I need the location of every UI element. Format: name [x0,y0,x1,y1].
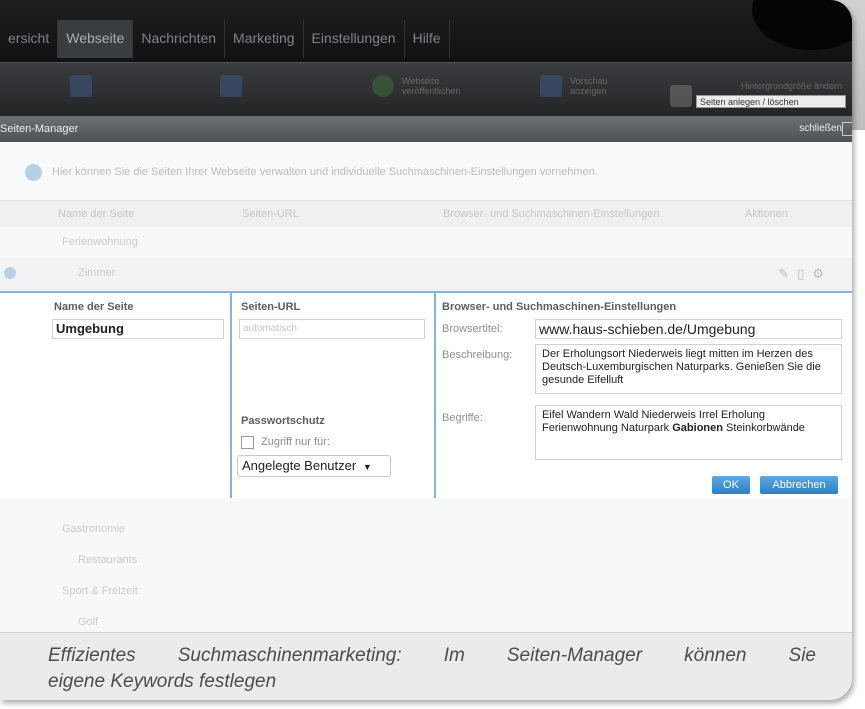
description-label: Beschreibung: [442,349,513,361]
seo-header: Browser- und Suchmaschinen-Einstellungen [442,301,677,313]
keywords-text-tail: Steinkorbwände [722,422,805,434]
seiten-manager-title: Seiten-Manager [0,123,79,135]
nav-tabs: ersicht Webseite Nachrichten Marketing E… [0,20,450,58]
figure-caption: Effizientes Suchmaschinenmarketing: Im S… [0,632,852,700]
globe-icon [25,164,42,181]
table-row[interactable]: Restaurants [0,545,852,577]
table-row [0,498,852,515]
page-icon [220,75,242,97]
browser-title-input[interactable]: www.haus-schieben.de/Umgebung [535,319,842,339]
row-label: Sport & Freizeit [62,585,138,597]
select-label: Hintergrundgröße ändern [740,81,842,91]
column-divider [230,293,232,498]
globe-icon [372,75,394,97]
caption-line-1: Effizientes Suchmaschinenmarketing: Im S… [48,645,816,666]
cancel-button[interactable]: Abbrechen [760,476,838,494]
toolbar-item-1[interactable] [70,75,92,97]
info-text: Hier können Sie die Seiten Ihrer Webseit… [52,166,598,178]
pages-select[interactable]: Seiten anlegen / löschen [696,95,846,108]
seiten-manager-header: Seiten-Manager schließen [0,116,852,142]
browser-title-label: Browsertitel: [442,323,503,335]
close-icon[interactable] [842,122,852,136]
page-icon [70,75,92,97]
main-navigation: ersicht Webseite Nachrichten Marketing E… [0,0,852,62]
tab-hilfe[interactable]: Hilfe [405,20,450,58]
table-row[interactable]: Gastronomie [0,514,852,546]
chevron-down-icon: ▼ [362,462,372,472]
table-header: Name der Seite Seiten-URL Browser- und S… [0,200,852,228]
password-header: Passwortschutz [241,415,325,427]
page-url-input[interactable]: automatisch [239,319,425,339]
page-name-header: Name der Seite [54,301,134,313]
tab-webseite[interactable]: Webseite [58,20,134,58]
tab-nachrichten[interactable]: Nachrichten [133,20,226,58]
toolbar: Webseite veröffentlichen Vorschau anzeig… [0,62,852,117]
preview-label: Vorschau anzeigen [570,76,608,96]
description-textarea[interactable]: Der Erholungsort Niederweis liegt mitten… [535,344,842,394]
keywords-bold: Gabionen [672,422,723,434]
publish-website-button[interactable]: Webseite veröffentlichen [372,75,472,97]
access-dropdown-value: Angelegte Benutzer [242,458,357,473]
access-label: Zugriff nur für: [261,436,330,448]
screenshot-frame: ersicht Webseite Nachrichten Marketing E… [0,0,852,700]
table-row[interactable]: Zimmer ✎▯⚙ [0,258,852,290]
access-dropdown[interactable]: Angelegte Benutzer ▼ [237,455,391,477]
keywords-textarea[interactable]: Eifel Wandern Wald Niederweis Irrel Erho… [535,405,842,460]
row-label: Ferienwohnung [62,236,138,248]
settings-icon [670,85,692,107]
tab-marketing[interactable]: Marketing [225,20,304,58]
close-link[interactable]: schließen [799,116,842,142]
page-url-header: Seiten-URL [241,301,301,313]
ok-button[interactable]: OK [712,476,750,494]
table-row[interactable]: Ferienwohnung [0,227,852,259]
info-bar: Hier können Sie die Seiten Ihrer Webseit… [0,142,852,200]
access-checkbox[interactable] [241,436,254,449]
row-label: Restaurants [78,554,138,566]
row-actions[interactable]: ✎▯⚙ [778,258,832,289]
column-divider [434,293,436,498]
page-edit-panel: Name der Seite Umgebung Seiten-URL autom… [0,291,852,500]
keywords-label: Begriffe: [442,412,483,424]
preview-icon [540,75,562,97]
row-label: Gastronomie [62,523,125,535]
page-name-input[interactable]: Umgebung [52,319,224,339]
header-page-url: Seiten-URL [242,208,299,220]
preview-button[interactable]: Vorschau anzeigen [540,75,625,97]
row-label: Zimmer [78,267,116,279]
header-page-name: Name der Seite [58,208,135,220]
toolbar-item-2[interactable] [220,75,242,97]
header-seo: Browser- und Suchmaschinen-Einstellungen [443,208,660,220]
table-row[interactable]: Sport & Freizeit [0,576,852,608]
header-actions: Aktionen [745,208,788,220]
tab-einstellungen[interactable]: Einstellungen [304,20,405,58]
publish-website-label: Webseite veröffentlichen [402,76,461,96]
expand-icon[interactable] [4,267,16,279]
caption-line-2: eigene Keywords festlegen [48,671,277,692]
table-row[interactable]: Golf [0,607,852,633]
nav-corner-decoration [752,0,852,50]
tab-uebersicht[interactable]: ersicht [0,20,59,58]
